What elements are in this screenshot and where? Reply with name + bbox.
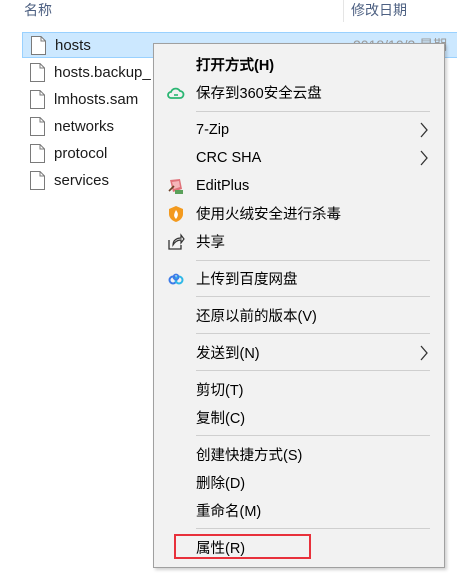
menu-item-editplus[interactable]: EditPlus xyxy=(154,172,444,199)
menu-item-label: CRC SHA xyxy=(196,149,262,166)
menu-separator xyxy=(196,111,430,112)
menu-item-7zip[interactable]: 7-Zip xyxy=(154,116,444,143)
menu-item-upload-baidu[interactable]: 上传到百度网盘 xyxy=(154,265,444,292)
file-icon xyxy=(30,62,45,82)
menu-item-label: 删除(D) xyxy=(196,476,246,492)
menu-separator xyxy=(196,370,430,371)
column-divider[interactable] xyxy=(343,0,344,22)
file-name: protocol xyxy=(54,144,108,162)
file-name: lmhosts.sam xyxy=(54,90,139,108)
menu-item-label: 上传到百度网盘 xyxy=(196,272,298,288)
menu-separator xyxy=(196,435,430,436)
file-icon xyxy=(30,170,45,190)
file-name: services xyxy=(54,171,110,189)
properties-highlight-box xyxy=(174,534,311,559)
menu-item-label: 7-Zip xyxy=(196,121,230,138)
editplus-icon xyxy=(167,177,185,195)
file-name: hosts xyxy=(55,36,91,54)
menu-item-create-shortcut[interactable]: 创建快捷方式(S) xyxy=(154,441,444,468)
file-name: networks xyxy=(54,117,115,135)
menu-item-open-with[interactable]: 打开方式(H) xyxy=(154,51,444,78)
menu-item-label: 保存到360安全云盘 xyxy=(196,86,322,102)
menu-item-restore-versions[interactable]: 还原以前的版本(V) xyxy=(154,302,444,329)
file-icon xyxy=(30,143,45,163)
file-icon xyxy=(30,116,45,136)
menu-item-save-to-360-cloud[interactable]: 保存到360安全云盘 xyxy=(154,79,444,106)
column-header-date[interactable]: 修改日期 xyxy=(351,0,407,20)
file-name: hosts.backup_ xyxy=(54,63,151,81)
menu-item-label: 还原以前的版本(V) xyxy=(196,309,317,325)
chevron-right-icon xyxy=(419,150,429,166)
menu-item-send-to[interactable]: 发送到(N) xyxy=(154,339,444,366)
column-header-bar: 名称 修改日期 xyxy=(0,0,457,22)
menu-item-label: 重命名(M) xyxy=(196,504,262,520)
menu-item-label: EditPlus xyxy=(196,177,250,194)
menu-item-share[interactable]: 共享 xyxy=(154,228,444,255)
chevron-right-icon xyxy=(419,345,429,361)
chevron-right-icon xyxy=(419,122,429,138)
menu-item-copy[interactable]: 复制(C) xyxy=(154,404,444,431)
context-menu: 打开方式(H) 保存到360安全云盘 7-Zip CRC SHA EditPlu… xyxy=(153,43,445,568)
menu-item-label: 使用火绒安全进行杀毒 xyxy=(196,207,341,223)
file-icon xyxy=(31,35,46,55)
baidu-cloud-icon xyxy=(167,270,185,288)
menu-item-label: 共享 xyxy=(196,235,225,251)
menu-item-crc-sha[interactable]: CRC SHA xyxy=(154,144,444,171)
menu-item-label: 剪切(T) xyxy=(196,383,244,399)
menu-item-delete[interactable]: 删除(D) xyxy=(154,469,444,496)
screenshot-root: 名称 修改日期 hosts 2018/10/3 星期 hosts.backup_… xyxy=(0,0,457,576)
menu-item-label: 打开方式(H) xyxy=(196,58,275,74)
menu-item-label: 发送到(N) xyxy=(196,346,260,362)
share-icon xyxy=(167,233,185,251)
cloud-icon xyxy=(167,84,185,102)
menu-separator xyxy=(196,296,430,297)
menu-separator xyxy=(196,260,430,261)
menu-separator xyxy=(196,333,430,334)
file-icon xyxy=(30,89,45,109)
shield-flame-icon xyxy=(167,205,185,223)
menu-item-label: 复制(C) xyxy=(196,411,246,427)
menu-item-cut[interactable]: 剪切(T) xyxy=(154,376,444,403)
menu-separator xyxy=(196,528,430,529)
column-header-name[interactable]: 名称 xyxy=(24,0,52,20)
menu-item-label: 创建快捷方式(S) xyxy=(196,448,303,464)
menu-item-rename[interactable]: 重命名(M) xyxy=(154,497,444,524)
menu-item-huorong-scan[interactable]: 使用火绒安全进行杀毒 xyxy=(154,200,444,227)
